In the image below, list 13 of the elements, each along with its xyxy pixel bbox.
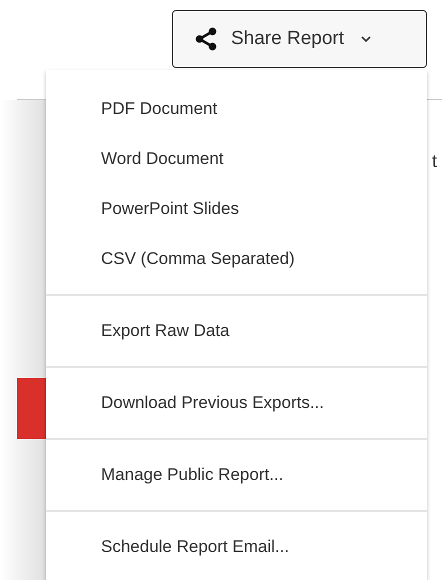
menu-item[interactable]: CSV (Comma Separated) xyxy=(46,234,427,284)
menu-item[interactable]: Manage Public Report... xyxy=(46,450,427,500)
menu-item[interactable]: Schedule Report Email... xyxy=(46,522,427,572)
menu-item[interactable]: Download Previous Exports... xyxy=(46,378,427,428)
background-text: t xyxy=(432,151,438,171)
menu-item[interactable]: PDF Document xyxy=(46,84,427,134)
menu-item[interactable]: Export Raw Data xyxy=(46,306,427,356)
chevron-down-icon xyxy=(360,35,372,43)
accent-bar xyxy=(17,378,46,439)
share-report-button[interactable]: Share Report xyxy=(172,10,427,68)
menu-item[interactable]: PowerPoint Slides xyxy=(46,184,427,234)
menu-item[interactable]: Word Document xyxy=(46,134,427,184)
share-icon xyxy=(193,26,219,52)
